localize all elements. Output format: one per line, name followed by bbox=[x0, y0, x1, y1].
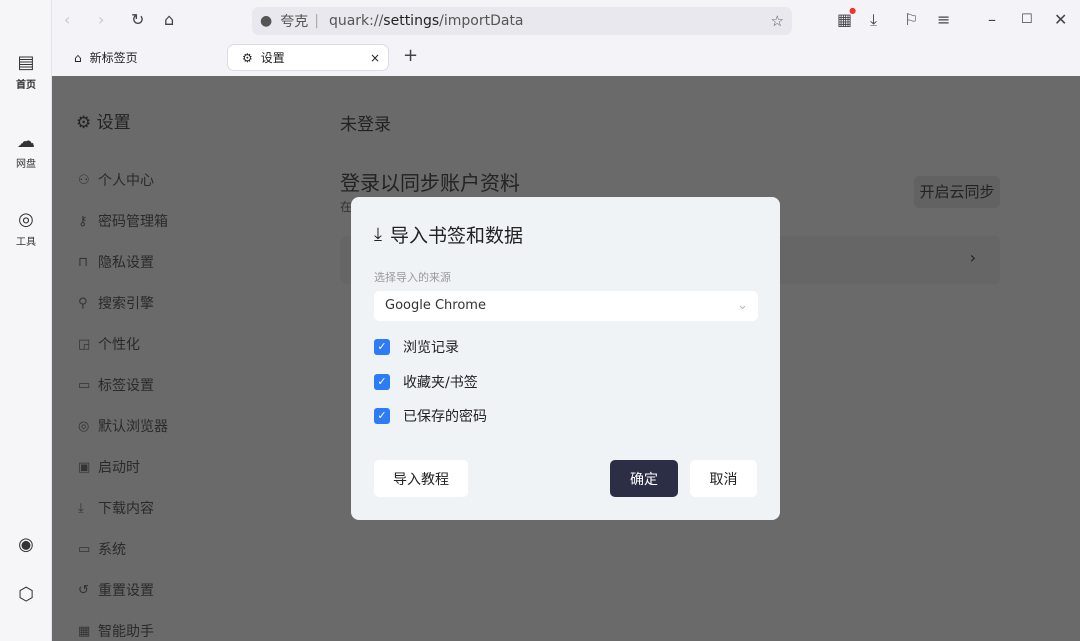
nav-password-manager[interactable]: ⚷ 密码管理箱 bbox=[78, 211, 168, 231]
login-status: 未登录 bbox=[340, 115, 391, 135]
option-passwords[interactable]: ✓ 已保存的密码 bbox=[374, 406, 487, 426]
home-icon: ⌂ bbox=[74, 50, 82, 65]
tutorial-button[interactable]: 导入教程 bbox=[374, 460, 468, 497]
chevron-down-icon: ⌄ bbox=[737, 298, 748, 313]
checkbox-checked-icon: ✓ bbox=[374, 339, 390, 355]
monitor-icon: ▭ bbox=[78, 541, 91, 557]
settings-title: ⚙ 设置 bbox=[76, 113, 131, 133]
key-icon: ⚷ bbox=[78, 213, 88, 229]
nav-privacy[interactable]: ⊓ 隐私设置 bbox=[78, 252, 154, 272]
nav-system[interactable]: ▭ 系统 bbox=[78, 539, 126, 559]
search-icon: ⚲ bbox=[78, 295, 88, 311]
gear-icon: ⚙ bbox=[242, 50, 253, 65]
home-icon[interactable]: ⌂ bbox=[164, 10, 174, 29]
import-dialog: ⤓ 导入书签和数据 选择导入的来源 Google Chrome ⌄ ✓ 浏览记录 ✓ 收… bbox=[351, 197, 780, 520]
menu-icon[interactable]: ≡ bbox=[937, 10, 950, 29]
settings-button[interactable]: ⬡ bbox=[0, 584, 52, 608]
site-icon: ● bbox=[260, 13, 273, 29]
lock-icon: ⊓ bbox=[78, 254, 89, 270]
cloud-icon: ☁ bbox=[17, 131, 35, 152]
download-icon[interactable]: ⤓ bbox=[870, 10, 877, 30]
user-circle-icon: ◉ bbox=[18, 534, 34, 555]
confirm-button[interactable]: 确定 bbox=[610, 460, 678, 497]
forward-button[interactable]: › bbox=[98, 10, 104, 29]
bookmark-icon[interactable]: ⚐ bbox=[904, 10, 918, 29]
home-panel-icon: ▤ bbox=[17, 52, 35, 73]
tab-new-tab[interactable]: ⌂ 新标签页 bbox=[60, 44, 220, 71]
palette-icon: ◲ bbox=[78, 336, 91, 352]
cancel-button[interactable]: 取消 bbox=[690, 460, 757, 497]
nav-tab-settings[interactable]: ▭ 标签设置 bbox=[78, 375, 154, 395]
option-bookmarks[interactable]: ✓ 收藏夹/书签 bbox=[374, 372, 478, 392]
reload-icon[interactable]: ↻ bbox=[131, 10, 144, 29]
back-button[interactable]: ‹ bbox=[64, 10, 70, 29]
import-icon: ⤓ bbox=[374, 224, 382, 245]
scan-icon: ◎ bbox=[18, 209, 34, 230]
gear-icon: ⬡ bbox=[18, 584, 34, 605]
tab-settings[interactable]: ⚙ 设置 × bbox=[227, 44, 389, 71]
minimize-button[interactable]: – bbox=[988, 10, 996, 29]
compass-icon: ◎ bbox=[78, 418, 90, 434]
source-select[interactable]: Google Chrome ⌄ bbox=[374, 291, 758, 321]
chevron-right-icon: › bbox=[969, 248, 976, 267]
nav-personal-center[interactable]: ⚇ 个人中心 bbox=[78, 170, 154, 190]
close-window-button[interactable]: ✕ bbox=[1054, 10, 1067, 29]
new-tab-button[interactable]: + bbox=[403, 45, 418, 66]
nav-downloads[interactable]: ⤓ 下载内容 bbox=[78, 498, 154, 518]
rail-home[interactable]: ▤ 首页 bbox=[0, 52, 52, 91]
checkbox-checked-icon: ✓ bbox=[374, 374, 390, 390]
sync-heading: 登录以同步账户资料 bbox=[340, 171, 520, 195]
gear-icon: ⚙ bbox=[76, 113, 92, 133]
account-button[interactable]: ◉ bbox=[0, 534, 52, 558]
nav-default-browser[interactable]: ◎ 默认浏览器 bbox=[78, 416, 168, 436]
tab-close-button[interactable]: × bbox=[370, 51, 380, 65]
checkbox-checked-icon: ✓ bbox=[374, 408, 390, 424]
left-rail: ▤ 首页 ☁ 网盘 ◎ 工具 ◉ ⬡ bbox=[0, 0, 52, 641]
rail-cloud-drive[interactable]: ☁ 网盘 bbox=[0, 131, 52, 170]
url-text: quark://settings/importData bbox=[328, 13, 524, 29]
address-bar[interactable]: ● 夸克 | quark://settings/importData ☆ bbox=[252, 7, 792, 35]
option-history[interactable]: ✓ 浏览记录 bbox=[374, 337, 459, 357]
nav-personalize[interactable]: ◲ 个性化 bbox=[78, 334, 140, 354]
download-icon: ⤓ bbox=[78, 500, 84, 516]
enable-sync-button[interactable]: 开启云同步 bbox=[914, 176, 1000, 208]
nav-reset[interactable]: ↺ 重置设置 bbox=[78, 580, 154, 600]
reset-icon: ↺ bbox=[78, 582, 89, 598]
startup-icon: ▣ bbox=[78, 459, 91, 475]
star-icon[interactable]: ☆ bbox=[771, 12, 784, 30]
apps-icon[interactable]: ▦ ● bbox=[837, 6, 856, 29]
nav-search-engine[interactable]: ⚲ 搜索引擎 bbox=[78, 293, 154, 313]
rail-tools[interactable]: ◎ 工具 bbox=[0, 209, 52, 248]
user-icon: ⚇ bbox=[78, 172, 90, 188]
maximize-button[interactable]: ☐ bbox=[1021, 12, 1033, 27]
tab-icon: ▭ bbox=[78, 377, 91, 393]
source-label: 选择导入的来源 bbox=[374, 271, 451, 284]
grid-icon: ▦ bbox=[78, 623, 91, 639]
dialog-title: ⤓ 导入书签和数据 bbox=[374, 224, 523, 247]
nav-assistant[interactable]: ▦ 智能助手 bbox=[78, 621, 154, 641]
nav-on-startup[interactable]: ▣ 启动时 bbox=[78, 457, 140, 477]
